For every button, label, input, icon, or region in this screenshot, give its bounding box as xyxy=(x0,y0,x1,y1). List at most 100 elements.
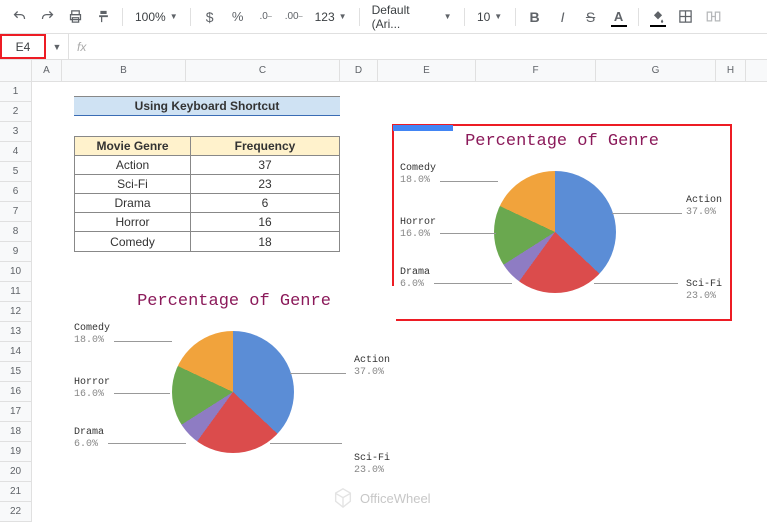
name-box[interactable]: E4 xyxy=(0,34,46,59)
fill-color-button[interactable] xyxy=(645,4,671,30)
formula-bar-row: E4 ▼ fx xyxy=(0,34,767,60)
separator xyxy=(190,8,191,26)
row-header[interactable]: 14 xyxy=(0,342,31,362)
redo-button[interactable] xyxy=(34,4,60,30)
leader-line xyxy=(440,233,496,234)
col-header[interactable]: A xyxy=(32,60,62,81)
leader-line xyxy=(108,443,186,444)
section-title: Using Keyboard Shortcut xyxy=(74,96,340,116)
leader-line xyxy=(114,393,170,394)
col-movie-genre: Movie Genre xyxy=(75,137,191,155)
col-header[interactable]: E xyxy=(378,60,476,81)
row-header[interactable]: 9 xyxy=(0,242,31,262)
label-horror: Horror16.0% xyxy=(74,377,110,401)
col-header[interactable]: H xyxy=(716,60,746,81)
separator xyxy=(359,8,360,26)
col-frequency: Frequency xyxy=(191,137,339,155)
increase-decimal-button[interactable]: .00_ xyxy=(281,4,307,30)
label-drama: Drama6.0% xyxy=(400,267,430,291)
row-header[interactable]: 8 xyxy=(0,222,31,242)
watermark: OfficeWheel xyxy=(332,487,431,509)
name-box-dropdown[interactable]: ▼ xyxy=(46,42,68,52)
grid-body[interactable]: A B C D E F G H Using Keyboard Shortcut … xyxy=(32,60,767,522)
hexagon-icon xyxy=(332,487,354,509)
row-header[interactable]: 17 xyxy=(0,402,31,422)
leader-line xyxy=(440,181,498,182)
col-header[interactable]: F xyxy=(476,60,596,81)
separator xyxy=(464,8,465,26)
currency-button[interactable]: $ xyxy=(197,4,223,30)
label-action: Action37.0% xyxy=(354,355,390,379)
chart-original[interactable]: Percentage of Genre Comedy18.0% Action37… xyxy=(72,286,396,479)
row-header[interactable]: 11 xyxy=(0,282,31,302)
row-header[interactable]: 12 xyxy=(0,302,31,322)
row-header[interactable]: 4 xyxy=(0,142,31,162)
chart-body: Comedy18.0% Action37.0% Horror16.0% Dram… xyxy=(394,153,730,319)
row-header[interactable]: 7 xyxy=(0,202,31,222)
row-header[interactable]: 3 xyxy=(0,122,31,142)
row-headers: 1 2 3 4 5 6 7 8 9 10 11 12 13 14 15 16 1… xyxy=(0,60,32,522)
paint-format-button[interactable] xyxy=(90,4,116,30)
column-headers: A B C D E F G H xyxy=(32,60,767,82)
separator xyxy=(122,8,123,26)
label-scifi: Sci-Fi23.0% xyxy=(354,453,390,477)
label-comedy: Comedy18.0% xyxy=(74,323,110,347)
print-button[interactable] xyxy=(62,4,88,30)
row-header[interactable]: 19 xyxy=(0,442,31,462)
bold-button[interactable]: B xyxy=(522,4,548,30)
col-header[interactable]: D xyxy=(340,60,378,81)
row-header[interactable]: 16 xyxy=(0,382,31,402)
row-header[interactable]: 18 xyxy=(0,422,31,442)
label-drama: Drama6.0% xyxy=(74,427,104,451)
font-size-dropdown[interactable]: 10 ▼ xyxy=(471,4,509,30)
col-header[interactable]: G xyxy=(596,60,716,81)
row-header[interactable]: 22 xyxy=(0,502,31,522)
table-row: Horror16 xyxy=(75,213,339,232)
freq-cell: 6 xyxy=(191,194,339,212)
row-header[interactable]: 5 xyxy=(0,162,31,182)
table-row: Sci-Fi23 xyxy=(75,175,339,194)
name-box-value: E4 xyxy=(16,40,31,54)
chart-copy-selected[interactable]: Percentage of Genre Comedy18.0% Action37… xyxy=(392,124,732,321)
zoom-value: 100% xyxy=(135,10,166,24)
pie-chart-icon xyxy=(494,171,616,293)
chart-body: Comedy18.0% Action37.0% Horror16.0% Dram… xyxy=(72,313,396,479)
chart-selection-handle[interactable] xyxy=(393,125,453,131)
row-header[interactable]: 15 xyxy=(0,362,31,382)
font-dropdown[interactable]: Default (Ari...▼ xyxy=(366,4,458,30)
formula-bar[interactable]: fx xyxy=(68,34,94,59)
chevron-down-icon: ▼ xyxy=(494,12,502,21)
genre-cell: Horror xyxy=(75,213,191,231)
font-size-value: 10 xyxy=(477,10,490,24)
italic-button[interactable]: I xyxy=(550,4,576,30)
row-header[interactable]: 1 xyxy=(0,82,31,102)
row-header[interactable]: 20 xyxy=(0,462,31,482)
table-header-row: Movie Genre Frequency xyxy=(75,137,339,156)
row-header[interactable]: 6 xyxy=(0,182,31,202)
chevron-down-icon: ▼ xyxy=(339,12,347,21)
row-header[interactable]: 10 xyxy=(0,262,31,282)
percent-button[interactable]: % xyxy=(225,4,251,30)
decrease-decimal-button[interactable]: .0_ xyxy=(253,4,279,30)
merge-cells-button[interactable] xyxy=(701,4,727,30)
more-formats-dropdown[interactable]: 123▼ xyxy=(309,4,353,30)
label-scifi: Sci-Fi23.0% xyxy=(686,279,722,303)
row-header[interactable]: 2 xyxy=(0,102,31,122)
genre-cell: Action xyxy=(75,156,191,174)
strikethrough-button[interactable]: S xyxy=(578,4,604,30)
borders-button[interactable] xyxy=(673,4,699,30)
chevron-down-icon: ▼ xyxy=(170,12,178,21)
col-header[interactable]: B xyxy=(62,60,186,81)
genre-cell: Sci-Fi xyxy=(75,175,191,193)
zoom-dropdown[interactable]: 100% ▼ xyxy=(129,4,184,30)
undo-button[interactable] xyxy=(6,4,32,30)
col-header[interactable]: C xyxy=(186,60,340,81)
row-header[interactable]: 13 xyxy=(0,322,31,342)
text-color-button[interactable]: A xyxy=(606,4,632,30)
row-header[interactable]: 21 xyxy=(0,482,31,502)
table-row: Comedy18 xyxy=(75,232,339,251)
select-all-corner[interactable] xyxy=(0,60,31,82)
cells-layer: Using Keyboard Shortcut Movie Genre Freq… xyxy=(32,82,767,522)
pie-chart-icon xyxy=(172,331,294,453)
table-row: Action37 xyxy=(75,156,339,175)
